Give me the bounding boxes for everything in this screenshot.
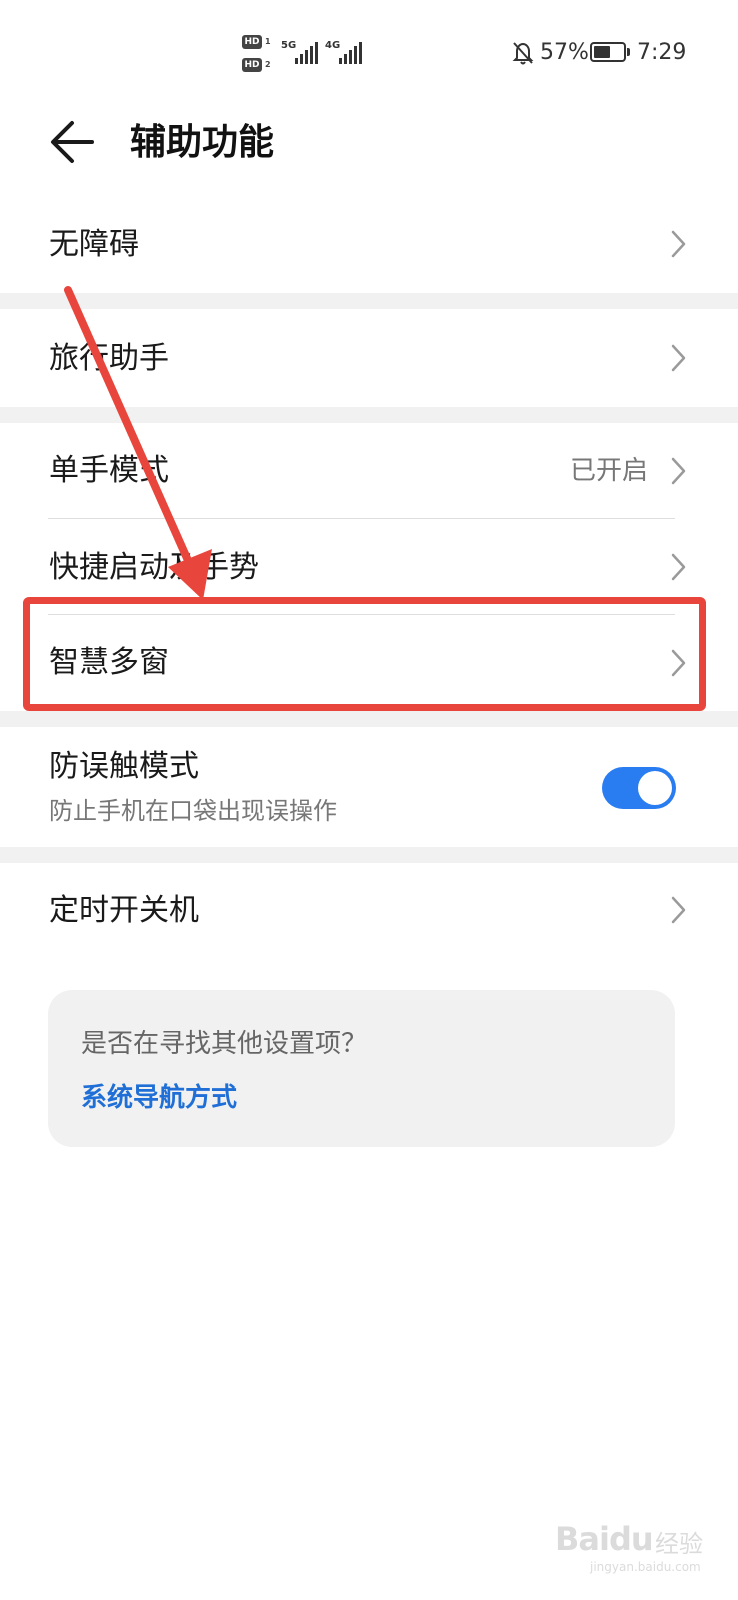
page-title: 辅助功能 <box>130 122 275 163</box>
chevron-right-icon <box>671 230 686 258</box>
setting-label: 旅行助手 <box>49 341 169 376</box>
signal-icon-2 <box>339 42 362 64</box>
suggestion-card: 是否在寻找其他设置项？ 系统导航方式 <box>48 990 675 1147</box>
setting-label: 单手模式 <box>49 453 169 488</box>
setting-travel-assistant[interactable]: 旅行助手 <box>0 309 738 407</box>
signal-icon <box>295 42 318 64</box>
chevron-right-icon <box>671 457 686 485</box>
arrow-left-icon <box>51 121 94 163</box>
setting-scheduled-power[interactable]: 定时开关机 <box>0 863 738 959</box>
setting-accessibility[interactable]: 无障碍 <box>0 195 738 293</box>
setting-value: 已开启 <box>569 456 648 486</box>
hd-sim-1: 1 <box>265 37 271 46</box>
clock-time: 7:29 <box>637 40 687 65</box>
watermark-site: jingyan.baidu.com <box>590 1560 701 1574</box>
pocket-mode-toggle[interactable] <box>602 767 676 809</box>
suggestion-link-navigation[interactable]: 系统导航方式 <box>81 1080 237 1116</box>
setting-label: 快捷启动及手势 <box>49 550 259 585</box>
network-type-4g: 4G <box>325 40 341 51</box>
setting-description: 防止手机在口袋出现误操作 <box>49 797 337 825</box>
battery-percent: 57% <box>540 40 589 65</box>
battery-tip <box>627 48 630 56</box>
chevron-right-icon <box>671 344 686 372</box>
suggestion-question: 是否在寻找其他设置项？ <box>81 1029 368 1059</box>
setting-one-hand-mode[interactable]: 单手模式 已开启 <box>0 423 738 519</box>
hd-badge-2: HD <box>242 58 262 72</box>
setting-label: 定时开关机 <box>49 893 199 928</box>
chevron-right-icon <box>671 553 686 581</box>
baidu-watermark: Baidu 经验 jingyan.baidu.com <box>555 1500 725 1580</box>
hd-sim-2: 2 <box>265 60 271 69</box>
annotation-highlight-box <box>23 597 706 711</box>
hd-badge-1: HD <box>242 35 262 49</box>
back-button[interactable] <box>40 110 110 180</box>
section-gap <box>0 847 738 863</box>
battery-icon <box>590 42 626 62</box>
watermark-brand: Baidu <box>555 1520 654 1558</box>
watermark-sub: 经验 <box>655 1530 703 1558</box>
section-gap <box>0 293 738 309</box>
setting-label: 无障碍 <box>49 227 139 262</box>
status-bar: HD 1 HD 2 5G 4G 57% 7:29 <box>0 0 738 100</box>
chevron-right-icon <box>671 896 686 924</box>
network-type-5g: 5G <box>281 40 297 51</box>
bell-off-icon <box>512 42 534 65</box>
section-gap <box>0 711 738 727</box>
toggle-knob <box>638 771 672 805</box>
section-gap <box>0 407 738 423</box>
setting-label: 防误触模式 <box>49 749 199 784</box>
